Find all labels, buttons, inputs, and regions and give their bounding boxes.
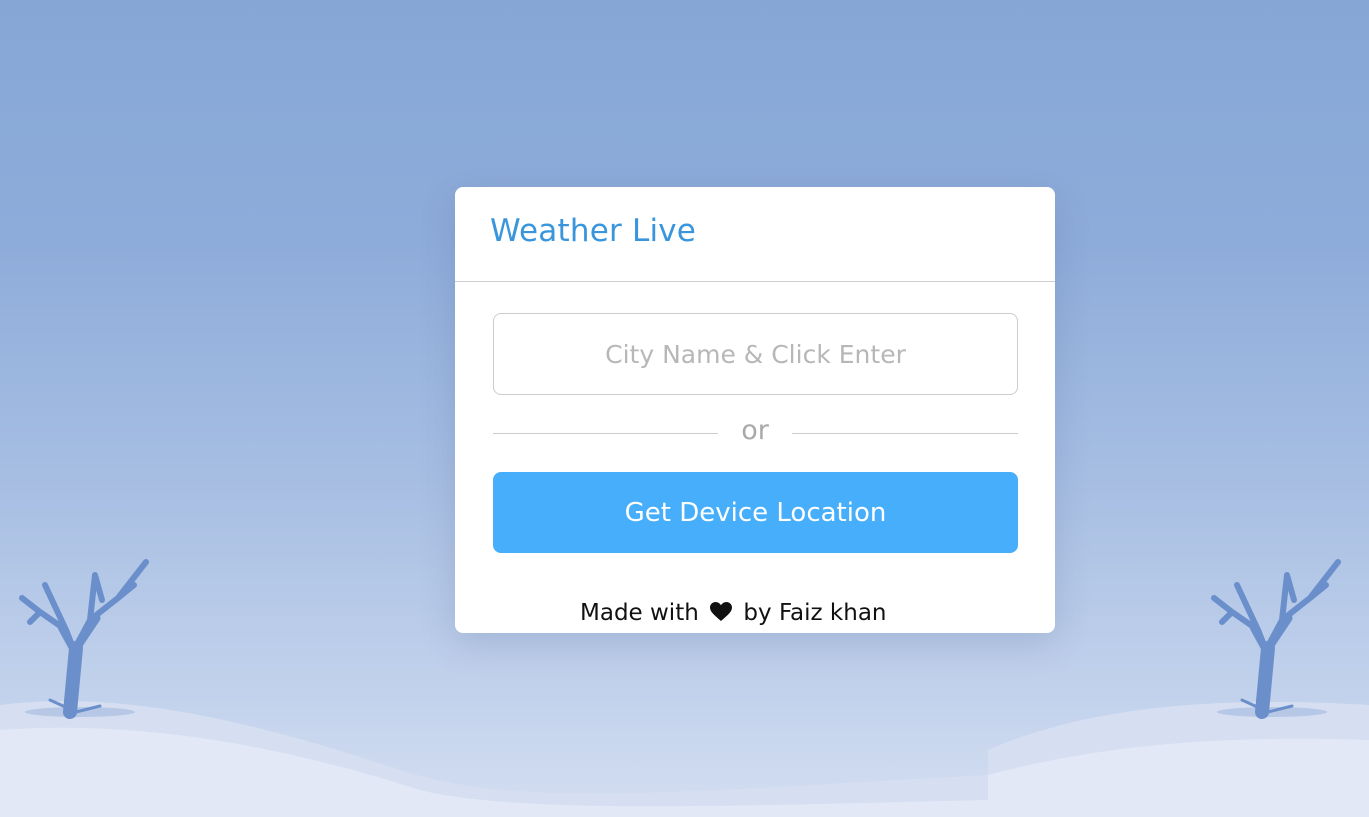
card-header: Weather Live (455, 187, 1055, 282)
credit-prefix: Made with (580, 600, 699, 626)
or-separator: or (493, 413, 1018, 453)
tree-left (19, 559, 149, 719)
credit-suffix: by Faiz khan (743, 600, 887, 626)
heart-icon (710, 602, 733, 622)
credit-line: Made with by Faiz khan (580, 600, 887, 626)
tree-right (1211, 559, 1341, 719)
separator-label: or (741, 415, 769, 446)
city-search-input[interactable] (493, 313, 1018, 395)
separator-line-left (493, 433, 718, 434)
weather-card: Weather Live or Get Device Location Made… (455, 187, 1055, 633)
separator-line-right (792, 433, 1018, 434)
app-title: Weather Live (490, 213, 697, 249)
snow-hill-left-front (0, 727, 988, 817)
get-device-location-button[interactable]: Get Device Location (493, 472, 1018, 553)
